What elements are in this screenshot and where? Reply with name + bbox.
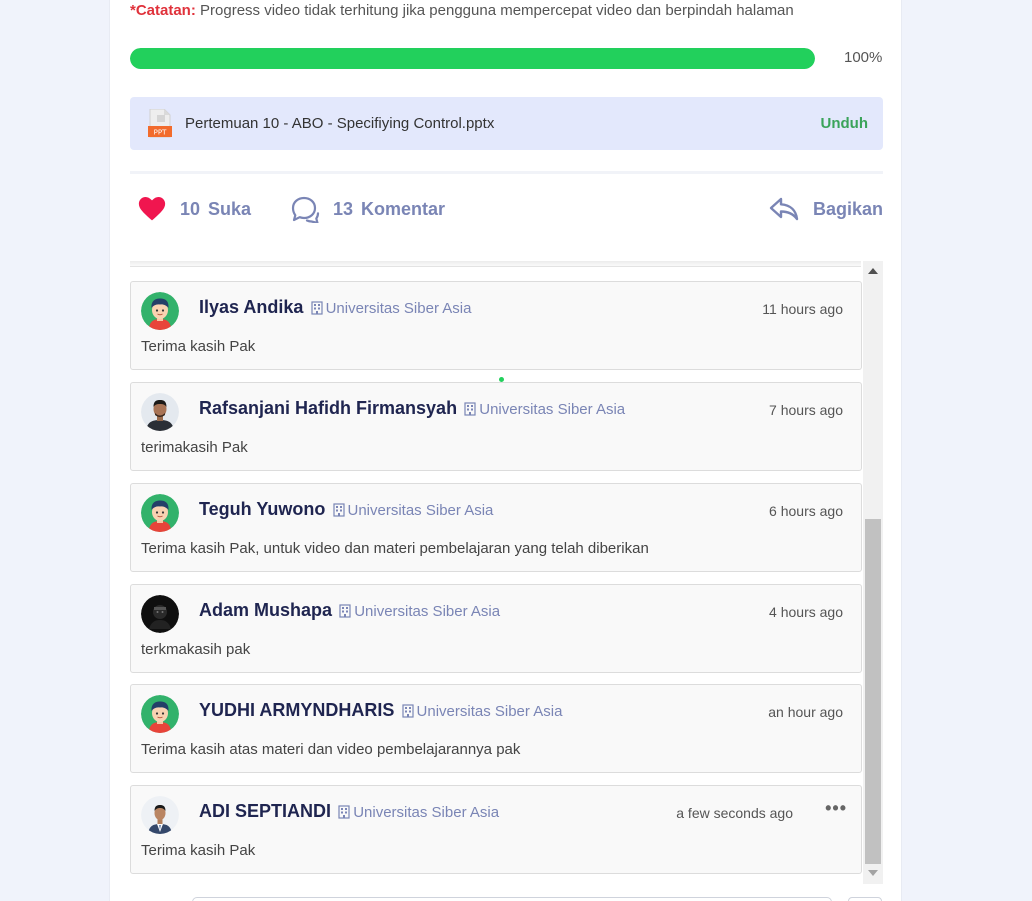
building-icon — [338, 805, 350, 819]
author-organization: Universitas Siber Asia — [335, 603, 500, 620]
avatar — [141, 494, 179, 532]
progress-percentage: 100% — [844, 49, 883, 66]
organization-text: Universitas Siber Asia — [353, 804, 500, 821]
comment-author-name: Ilyas Andika Universitas Siber Asia — [199, 297, 471, 318]
video-progress-bar — [130, 48, 815, 69]
comments-icon — [291, 196, 320, 223]
author-name-text: YUDHI ARMYNDHARIS — [199, 700, 395, 720]
comment-list[interactable]: Ilyas Andika Universitas Siber Asia 11 ho… — [130, 261, 883, 884]
comment-author-name: YUDHI ARMYNDHARIS Universitas Siber Asia — [199, 700, 562, 721]
share-label: Bagikan — [812, 198, 883, 219]
comment-item: Teguh Yuwono Universitas Siber Asia 6 hou… — [130, 483, 862, 572]
share-button[interactable]: Bagikan — [769, 190, 883, 228]
author-name-text: Rafsanjani Hafidh Firmansyah — [199, 398, 458, 418]
avatar-photo-icon — [141, 796, 179, 834]
comment-author-name: Teguh Yuwono Universitas Siber Asia — [199, 499, 493, 520]
comment-text: Terima kasih Pak, untuk video dan materi… — [141, 540, 649, 557]
comment-item: Rafsanjani Hafidh Firmansyah Universitas… — [130, 382, 862, 471]
like-label: Suka — [208, 198, 252, 219]
comment-input[interactable] — [192, 897, 832, 901]
comment-more-options-button[interactable]: ••• — [825, 798, 847, 819]
comment-text: Terima kasih Pak — [141, 842, 256, 859]
comment-text: terkmakasih pak — [141, 641, 251, 658]
avatar — [141, 595, 179, 633]
author-organization: Universitas Siber Asia — [334, 804, 499, 821]
avatar-cartoon-icon — [141, 292, 179, 330]
note-label: *Catatan: — [130, 2, 196, 19]
scroll-down-arrow[interactable] — [868, 870, 878, 876]
author-organization: Universitas Siber Asia — [306, 300, 471, 317]
building-icon — [339, 604, 351, 618]
like-count: 10 — [180, 198, 201, 219]
avatar — [141, 292, 179, 330]
comment-author-name: Rafsanjani Hafidh Firmansyah Universitas… — [199, 398, 625, 419]
scroll-up-arrow[interactable] — [868, 268, 878, 274]
building-icon — [401, 704, 414, 718]
download-link[interactable]: Unduh — [821, 115, 868, 132]
comment-timestamp: 11 hours ago — [762, 301, 843, 317]
building-icon — [310, 301, 323, 315]
avatar-dark-icon — [141, 595, 179, 633]
comment-item: Adam Mushapa Universitas Siber Asia 4 hou… — [130, 584, 862, 673]
author-organization: Universitas Siber Asia — [460, 401, 625, 418]
send-button[interactable] — [848, 897, 882, 901]
like-button[interactable]: 10 Suka — [138, 190, 251, 228]
progress-note: *Catatan: Progress video tidak terhitung… — [130, 2, 794, 19]
comment-item: Ilyas Andika Universitas Siber Asia 11 ho… — [130, 281, 862, 370]
organization-text: Universitas Siber Asia — [416, 703, 563, 720]
section-divider — [130, 171, 883, 174]
author-name-text: Teguh Yuwono — [199, 499, 326, 519]
comment-button[interactable]: 13 Komentar — [290, 190, 445, 228]
content-card: *Catatan: Progress video tidak terhitung… — [109, 0, 902, 901]
author-name-text: ADI SEPTIANDI — [199, 801, 332, 821]
organization-text: Universitas Siber Asia — [479, 401, 626, 418]
author-name-text: Adam Mushapa — [199, 600, 333, 620]
share-reply-icon — [769, 197, 799, 221]
avatar-cartoon-icon — [141, 494, 179, 532]
building-icon — [464, 402, 476, 416]
comment-author-name: Adam Mushapa Universitas Siber Asia — [199, 600, 500, 621]
avatar-cartoon-icon — [141, 695, 179, 733]
comment-item: ADI SEPTIANDI Universitas Siber Asia a fe… — [130, 785, 862, 874]
heart-icon — [138, 197, 166, 221]
comment-text: terimakasih Pak — [141, 439, 248, 456]
post-actions-bar: 10 Suka 13 Komentar Bagikan — [130, 190, 883, 230]
ppt-file-icon: PPT — [148, 109, 172, 138]
building-icon — [332, 503, 345, 517]
previous-comment-edge — [130, 261, 861, 267]
indicator-dot — [499, 377, 504, 382]
comment-timestamp: 6 hours ago — [769, 503, 843, 519]
comment-count: 13 — [333, 198, 354, 219]
organization-text: Universitas Siber Asia — [325, 300, 472, 317]
comment-text: Terima kasih Pak — [141, 338, 256, 355]
avatar-photo-icon — [141, 393, 179, 431]
comment-author-name: ADI SEPTIANDI Universitas Siber Asia — [199, 801, 499, 822]
avatar — [141, 695, 179, 733]
author-organization: Universitas Siber Asia — [397, 703, 562, 720]
comment-label: Komentar — [361, 198, 446, 219]
comment-timestamp: 7 hours ago — [769, 402, 843, 418]
author-organization: Universitas Siber Asia — [328, 502, 493, 519]
comment-item: YUDHI ARMYNDHARIS Universitas Siber Asia… — [130, 684, 862, 773]
scrollbar-thumb[interactable] — [865, 519, 881, 864]
attachment-filename: Pertemuan 10 - ABO - Specifiying Control… — [185, 115, 495, 132]
comment-text: Terima kasih atas materi dan video pembe… — [141, 741, 521, 758]
note-text: Progress video tidak terhitung jika peng… — [195, 2, 794, 19]
organization-text: Universitas Siber Asia — [347, 502, 494, 519]
attachment-box: PPT Pertemuan 10 - ABO - Specifiying Con… — [130, 97, 883, 150]
organization-text: Universitas Siber Asia — [354, 603, 501, 620]
comment-timestamp: an hour ago — [768, 704, 843, 720]
video-progress-fill — [130, 48, 815, 69]
comment-timestamp: a few seconds ago — [676, 805, 793, 821]
ppt-icon-text: PPT — [154, 129, 167, 137]
avatar — [141, 796, 179, 834]
comment-list-scrollbar[interactable] — [863, 261, 883, 884]
comment-timestamp: 4 hours ago — [769, 604, 843, 620]
author-name-text: Ilyas Andika — [199, 297, 304, 317]
avatar — [141, 393, 179, 431]
